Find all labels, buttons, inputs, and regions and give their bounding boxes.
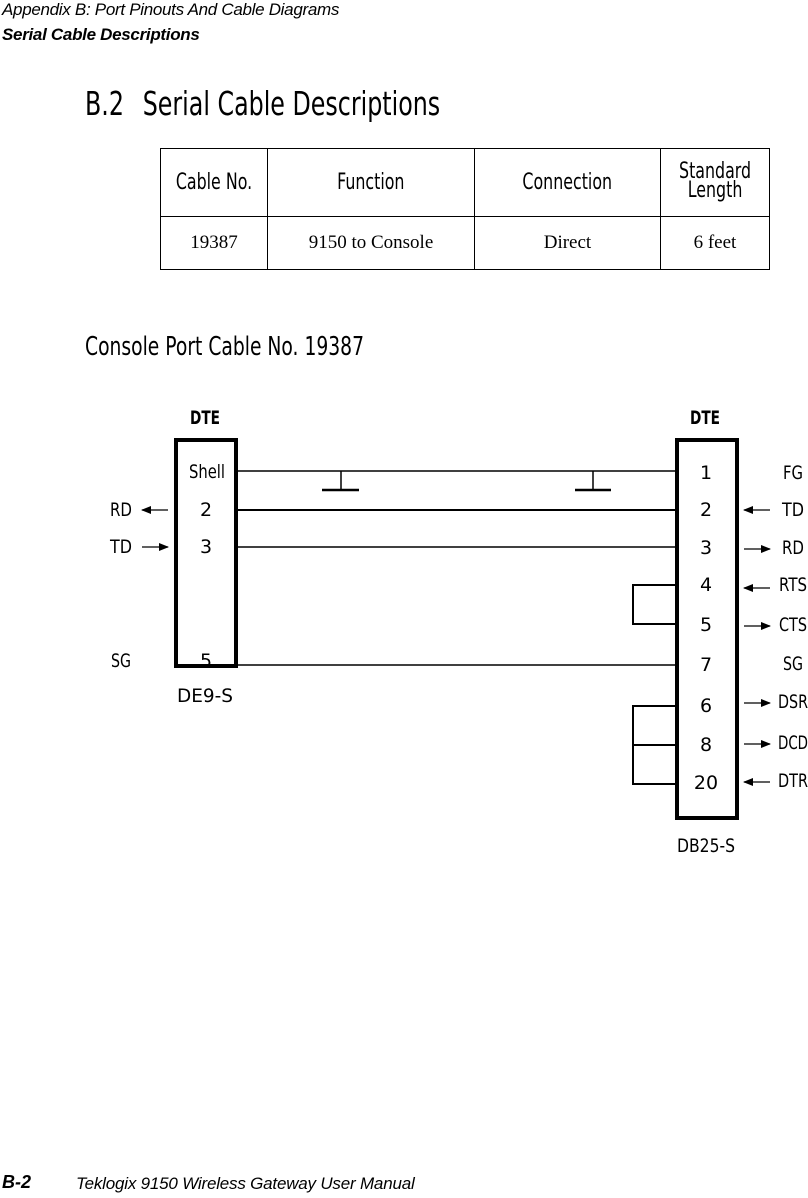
section-title: Serial Cable Descriptions [142,84,441,123]
right-signal-dcd: DCD [778,732,808,754]
cable-table: Cable No. Function Connection Standard Le… [160,148,770,270]
right-pin-2: 2 [700,499,712,521]
right-signal-td: TD [781,499,804,521]
right-pin-1: 1 [700,462,712,484]
right-connector-type: DB25-S [677,835,735,857]
left-role-label: DTE [190,407,220,429]
col-header-standard-length: Standard Length [659,148,770,217]
page-number: B-2 [2,1172,32,1192]
diagram-title: Console Port Cable No. 19387 [85,332,364,362]
section-heading: B.2 Serial Cable Descriptions [85,84,440,123]
left-pin-shell: Shell [189,461,225,483]
right-role-label: DTE [690,407,720,429]
running-header-section: Serial Cable Descriptions [2,25,200,44]
right-signal-rts: RTS [779,574,807,596]
right-pin-5: 5 [700,614,712,636]
left-signal-td: TD [109,536,132,558]
left-connector-type: DE9-S [177,685,233,707]
right-signal-sg: SG [783,653,803,675]
running-header-chapter: Appendix B: Port Pinouts And Cable Diagr… [2,0,340,19]
right-pin-4: 4 [700,574,712,596]
loopback-4-5 [632,584,677,625]
cell-connection: Direct [473,216,661,270]
right-pin-7: 7 [700,654,712,676]
right-signal-rd: RD [782,537,804,559]
footer-manual-title: Teklogix 9150 Wireless Gateway User Manu… [76,1174,415,1193]
left-signal-sg: SG [111,650,131,672]
table-header-row: Cable No. Function Connection Standard Le… [160,148,770,217]
left-pin-2: 2 [200,499,212,521]
right-signal-cts: CTS [779,614,807,636]
right-pin-3: 3 [700,537,712,559]
cell-cable-no: 19387 [160,216,268,270]
cable-wiring-diagram: DTE Shell 2 3 5 DE9-S RD TD SG DTE 1 2 3… [109,407,808,857]
table-row: 19387 9150 to Console Direct 6 feet [160,216,770,270]
left-pin-3: 3 [200,536,212,558]
right-signal-dsr: DSR [778,691,808,713]
left-pin-5: 5 [200,650,212,672]
right-pin-20: 20 [694,772,718,794]
col-header-function: Function [266,148,475,217]
col-header-connection: Connection [473,148,661,217]
left-signal-rd: RD [110,499,132,521]
right-signal-fg: FG [783,462,803,484]
col-header-cable-no: Cable No. [160,148,268,217]
right-pin-8: 8 [700,734,712,756]
right-pin-6: 6 [700,695,712,717]
right-signal-dtr: DTR [778,770,808,792]
cell-function: 9150 to Console [266,216,475,270]
section-number: B.2 [85,84,124,123]
cell-length: 6 feet [659,216,770,270]
